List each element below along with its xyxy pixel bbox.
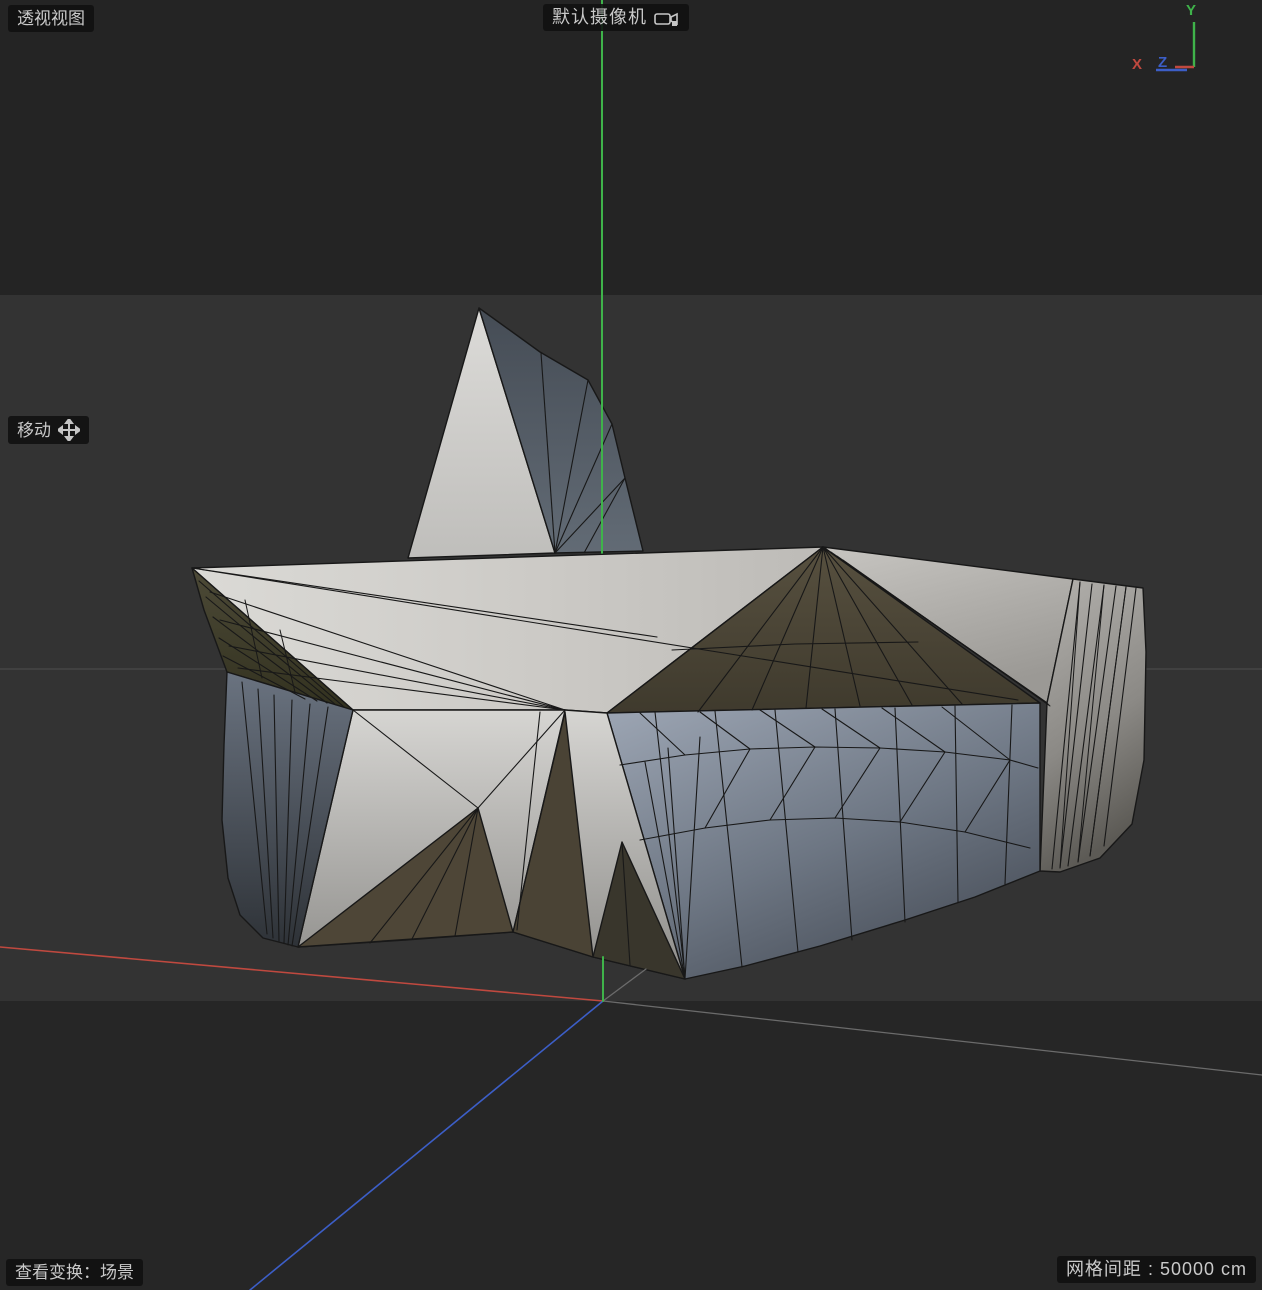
- view-transform-badge: 查看变换：场景: [6, 1259, 143, 1286]
- move-icon: [58, 419, 80, 441]
- view-label-badge[interactable]: 透视视图: [8, 5, 94, 32]
- view-transform-label: 查看变换：场景: [15, 1262, 134, 1283]
- camera-badge[interactable]: 默认摄像机: [543, 4, 689, 31]
- viewport-3d[interactable]: 透视视图 默认摄像机 移动 查看变换：场景 网格间距 : 50000: [0, 0, 1262, 1290]
- gizmo-x-label: X: [1132, 57, 1142, 72]
- move-tool-label: 移动: [17, 420, 51, 441]
- gizmo-y-label: Y: [1186, 3, 1196, 18]
- grid-spacing-badge: 网格间距 : 50000 cm: [1057, 1256, 1256, 1283]
- move-tool-badge[interactable]: 移动: [8, 416, 89, 444]
- view-label: 透视视图: [17, 8, 85, 29]
- scene-canvas: [0, 0, 1262, 1290]
- camera-icon[interactable]: [654, 8, 680, 28]
- camera-label: 默认摄像机: [552, 7, 647, 28]
- grid-spacing-label: 网格间距 : 50000 cm: [1066, 1259, 1247, 1280]
- gizmo-z-label: Z: [1158, 55, 1167, 70]
